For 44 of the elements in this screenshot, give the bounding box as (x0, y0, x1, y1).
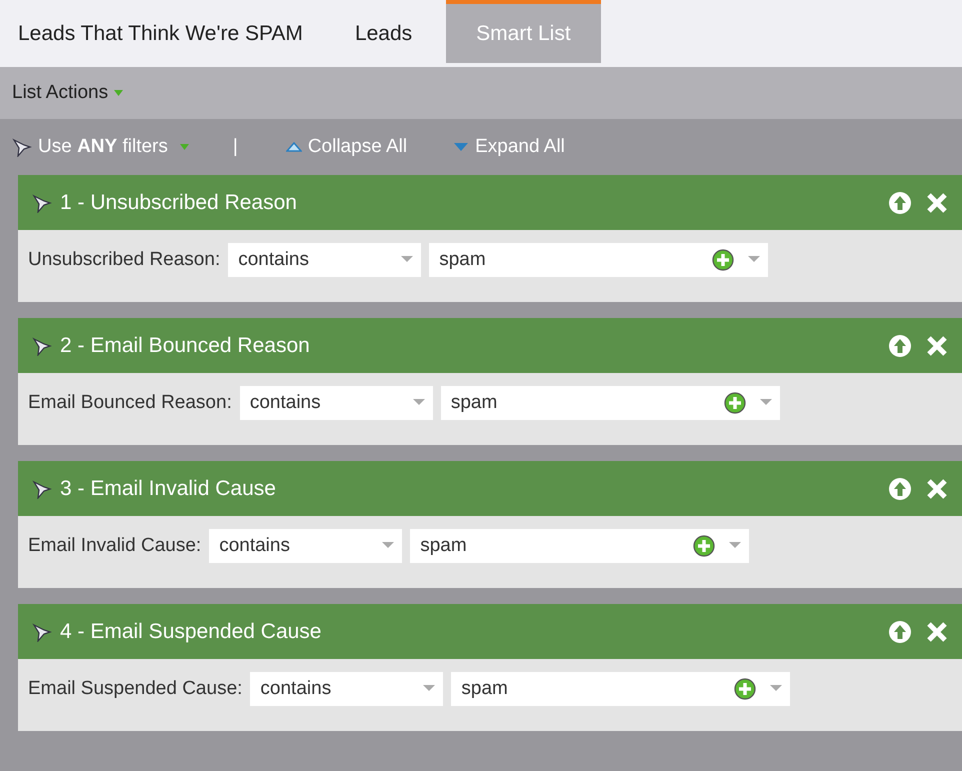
caret-icon (382, 542, 394, 550)
add-icon[interactable] (724, 392, 746, 414)
field-label: Email Invalid Cause: (28, 534, 202, 558)
caret-icon (114, 90, 124, 96)
tab[interactable]: Leads That Think We're SPAM (0, 0, 321, 63)
close-icon[interactable] (926, 620, 948, 642)
caret-icon (180, 144, 189, 150)
separator: | (232, 136, 238, 158)
add-icon[interactable] (734, 678, 756, 700)
filter-title: 1 - Unsubscribed Reason (60, 190, 298, 214)
triangle-down-icon (453, 142, 470, 152)
field-label: Email Bounced Reason: (28, 391, 232, 415)
caret-icon (748, 256, 760, 264)
close-icon[interactable] (926, 334, 948, 356)
value-field[interactable]: spam (451, 672, 790, 706)
caret-icon (760, 399, 772, 407)
close-icon[interactable] (926, 192, 948, 214)
move-up-icon[interactable] (888, 190, 912, 214)
caret-icon (729, 542, 742, 550)
operator-dropdown[interactable]: contains (250, 672, 444, 706)
filter-title: 3 - Email Invalid Cause (60, 476, 277, 500)
caret-icon (412, 399, 425, 407)
caret-icon (423, 685, 436, 693)
list-actions-menu[interactable]: List Actions (12, 82, 124, 104)
filter-title: 2 - Email Bounced Reason (60, 334, 311, 358)
filter-title: 4 - Email Suspended Cause (60, 620, 322, 644)
field-label: Unsubscribed Reason: (28, 248, 220, 272)
caret-icon (770, 685, 782, 693)
close-icon[interactable] (926, 478, 948, 500)
move-up-icon[interactable] (888, 334, 912, 358)
field-label: Email Suspended Cause: (28, 677, 242, 701)
operator-dropdown[interactable]: contains (228, 243, 422, 277)
caret-icon (401, 256, 414, 264)
value-field[interactable]: spam (429, 243, 768, 277)
tab[interactable]: Leads (336, 0, 430, 63)
move-up-icon[interactable] (888, 476, 912, 500)
value-field[interactable]: spam (410, 529, 750, 563)
triangle-up-icon (286, 142, 302, 152)
move-up-icon[interactable] (888, 620, 912, 644)
value-field[interactable]: spam (440, 386, 780, 420)
add-icon[interactable] (712, 249, 734, 271)
add-icon[interactable] (693, 535, 716, 557)
operator-dropdown[interactable]: contains (209, 529, 402, 563)
operator-dropdown[interactable]: contains (240, 386, 433, 420)
